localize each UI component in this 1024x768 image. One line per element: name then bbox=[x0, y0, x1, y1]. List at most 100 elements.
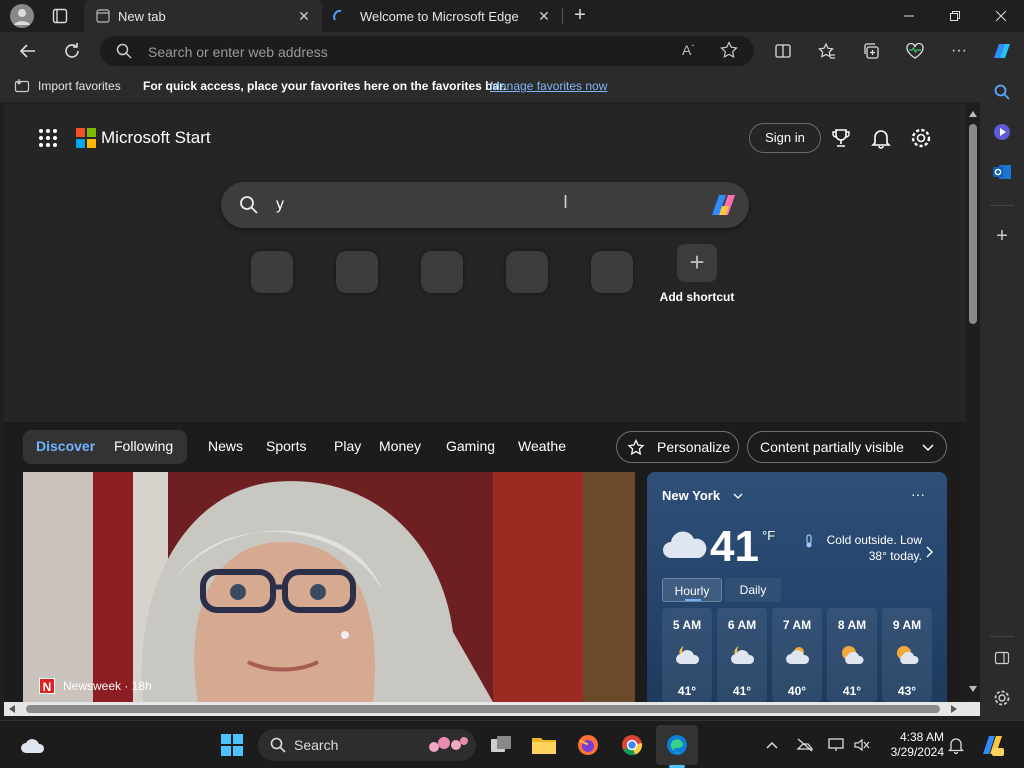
web-search-box[interactable]: y I bbox=[221, 182, 749, 228]
scroll-down-icon[interactable] bbox=[968, 685, 978, 693]
nav-sports[interactable]: Sports bbox=[266, 438, 306, 454]
chevron-down-icon[interactable] bbox=[733, 492, 743, 500]
add-shortcut-button[interactable]: + bbox=[677, 244, 717, 282]
page-settings-gear-icon[interactable] bbox=[910, 127, 932, 149]
weather-tab-hourly[interactable]: Hourly bbox=[662, 578, 722, 602]
hourly-forecast-item[interactable]: 5 AM 41° bbox=[662, 608, 712, 702]
tab-title: New tab bbox=[118, 8, 166, 24]
file-explorer-icon[interactable] bbox=[528, 729, 560, 761]
nav-news[interactable]: News bbox=[208, 438, 243, 454]
content-visibility-label: Content partially visible bbox=[760, 439, 904, 455]
copilot-preview-icon[interactable] bbox=[976, 729, 1008, 761]
nav-play[interactable]: Play bbox=[334, 438, 361, 454]
hourly-forecast-item[interactable]: 9 AM 43° bbox=[882, 608, 932, 702]
taskbar-clock[interactable]: 4:38 AM 3/29/2024 bbox=[868, 730, 944, 760]
hourly-temp: 41° bbox=[677, 684, 697, 698]
collections-icon[interactable] bbox=[855, 35, 887, 67]
favorites-icon[interactable] bbox=[811, 35, 843, 67]
shortcut-tile[interactable] bbox=[506, 251, 548, 293]
nav-weather[interactable]: Weathe bbox=[518, 438, 566, 454]
back-button[interactable] bbox=[12, 35, 44, 67]
close-window-button[interactable] bbox=[978, 0, 1024, 32]
horizontal-scrollbar[interactable] bbox=[4, 702, 980, 716]
profile-avatar[interactable] bbox=[10, 4, 34, 28]
sidebar-settings-icon[interactable] bbox=[990, 686, 1014, 710]
weather-more-icon[interactable]: ··· bbox=[911, 486, 925, 502]
task-view-icon[interactable] bbox=[485, 729, 517, 761]
notification-bell-icon[interactable] bbox=[940, 729, 972, 761]
sidebar-hide-icon[interactable] bbox=[990, 646, 1014, 670]
tab-welcome[interactable]: Welcome to Microsoft Edge ✕ bbox=[322, 0, 562, 32]
clock-time: 4:38 AM bbox=[899, 730, 944, 744]
nav-money[interactable]: Money bbox=[379, 438, 421, 454]
nav-gaming[interactable]: Gaming bbox=[446, 438, 495, 454]
scroll-right-icon[interactable] bbox=[950, 705, 958, 713]
chrome-icon[interactable] bbox=[616, 729, 648, 761]
hourly-forecast-item[interactable]: 6 AM 41° bbox=[717, 608, 767, 702]
brand-title[interactable]: Microsoft Start bbox=[101, 128, 211, 148]
app-launcher-icon[interactable] bbox=[38, 128, 58, 148]
split-screen-icon[interactable] bbox=[767, 35, 799, 67]
close-tab-icon[interactable]: ✕ bbox=[296, 8, 312, 24]
more-options-icon[interactable]: ··· bbox=[943, 35, 975, 67]
copilot-icon[interactable] bbox=[986, 35, 1018, 67]
personalize-button[interactable]: Personalize bbox=[616, 431, 739, 463]
scroll-left-icon[interactable] bbox=[8, 705, 16, 713]
widgets-weather-icon[interactable] bbox=[16, 729, 48, 761]
browser-essentials-icon[interactable] bbox=[899, 35, 931, 67]
import-favorites-button[interactable]: Import favorites bbox=[38, 79, 121, 93]
edge-taskbar-icon[interactable] bbox=[661, 729, 693, 761]
restore-button[interactable] bbox=[932, 0, 978, 32]
new-tab-button[interactable]: + bbox=[570, 5, 590, 26]
sidebar-copilot-icon[interactable] bbox=[990, 120, 1014, 144]
hourly-temp: 40° bbox=[787, 684, 807, 698]
hourly-forecast-item[interactable]: 7 AM 40° bbox=[772, 608, 822, 702]
top-story-card[interactable]: N Newsweek · 18h bbox=[23, 472, 635, 702]
favorites-bar: Import favorites For quick access, place… bbox=[0, 70, 1024, 102]
clock-date: 3/29/2024 bbox=[890, 745, 944, 759]
manage-favorites-link[interactable]: Manage favorites now bbox=[490, 79, 607, 93]
copilot-search-icon[interactable] bbox=[709, 191, 739, 219]
sidebar-add-icon[interactable]: + bbox=[990, 224, 1014, 248]
rewards-trophy-icon[interactable] bbox=[830, 127, 852, 149]
address-bar[interactable]: Search or enter web address Aᐩ bbox=[100, 36, 754, 66]
personalize-label: Personalize bbox=[657, 439, 731, 455]
vertical-scrollbar[interactable] bbox=[966, 104, 980, 702]
scroll-up-icon[interactable] bbox=[968, 110, 978, 118]
hourly-forecast-item[interactable]: 8 AM 41° bbox=[827, 608, 877, 702]
weather-city[interactable]: New York bbox=[662, 488, 720, 503]
content-visibility-dropdown[interactable]: Content partially visible bbox=[747, 431, 947, 463]
taskbar-search[interactable]: Search bbox=[258, 729, 476, 761]
sidebar-outlook-icon[interactable] bbox=[990, 160, 1014, 184]
search-input[interactable]: y bbox=[276, 196, 284, 214]
favorite-star-icon[interactable] bbox=[720, 41, 738, 59]
notifications-bell-icon[interactable] bbox=[870, 127, 892, 149]
vertical-scroll-thumb[interactable] bbox=[969, 124, 977, 324]
tab-following[interactable]: Following bbox=[114, 438, 173, 454]
shortcut-tile[interactable] bbox=[251, 251, 293, 293]
tab-actions-icon[interactable] bbox=[52, 8, 68, 24]
import-favorites-icon[interactable] bbox=[14, 78, 30, 94]
shortcut-tile[interactable] bbox=[421, 251, 463, 293]
close-tab-icon[interactable]: ✕ bbox=[536, 8, 552, 24]
network-disconnected-icon[interactable] bbox=[789, 729, 821, 761]
horizontal-scroll-thumb[interactable] bbox=[26, 705, 940, 713]
sidebar-search-icon[interactable] bbox=[990, 80, 1014, 104]
shortcut-tile[interactable] bbox=[591, 251, 633, 293]
weather-tab-daily[interactable]: Daily bbox=[725, 578, 781, 602]
search-highlight-icon bbox=[424, 733, 470, 757]
minimize-button[interactable] bbox=[886, 0, 932, 32]
sign-in-button[interactable]: Sign in bbox=[749, 123, 821, 153]
show-hidden-icons-chevron-icon[interactable] bbox=[756, 729, 788, 761]
tab-discover[interactable]: Discover bbox=[36, 438, 95, 454]
weather-tab-label: Hourly bbox=[674, 584, 710, 598]
chevron-right-icon[interactable] bbox=[925, 546, 933, 558]
firefox-icon[interactable] bbox=[572, 729, 604, 761]
microsoft-logo bbox=[76, 128, 96, 148]
shortcut-tile[interactable] bbox=[336, 251, 378, 293]
start-windows-icon[interactable] bbox=[216, 729, 248, 761]
refresh-button[interactable] bbox=[56, 35, 88, 67]
weather-card[interactable]: New York ··· 41 °F Cold outside. Low 38°… bbox=[647, 472, 947, 702]
read-aloud-icon[interactable]: Aᐩ bbox=[682, 42, 694, 58]
tab-new-tab[interactable]: New tab ✕ bbox=[84, 0, 322, 32]
